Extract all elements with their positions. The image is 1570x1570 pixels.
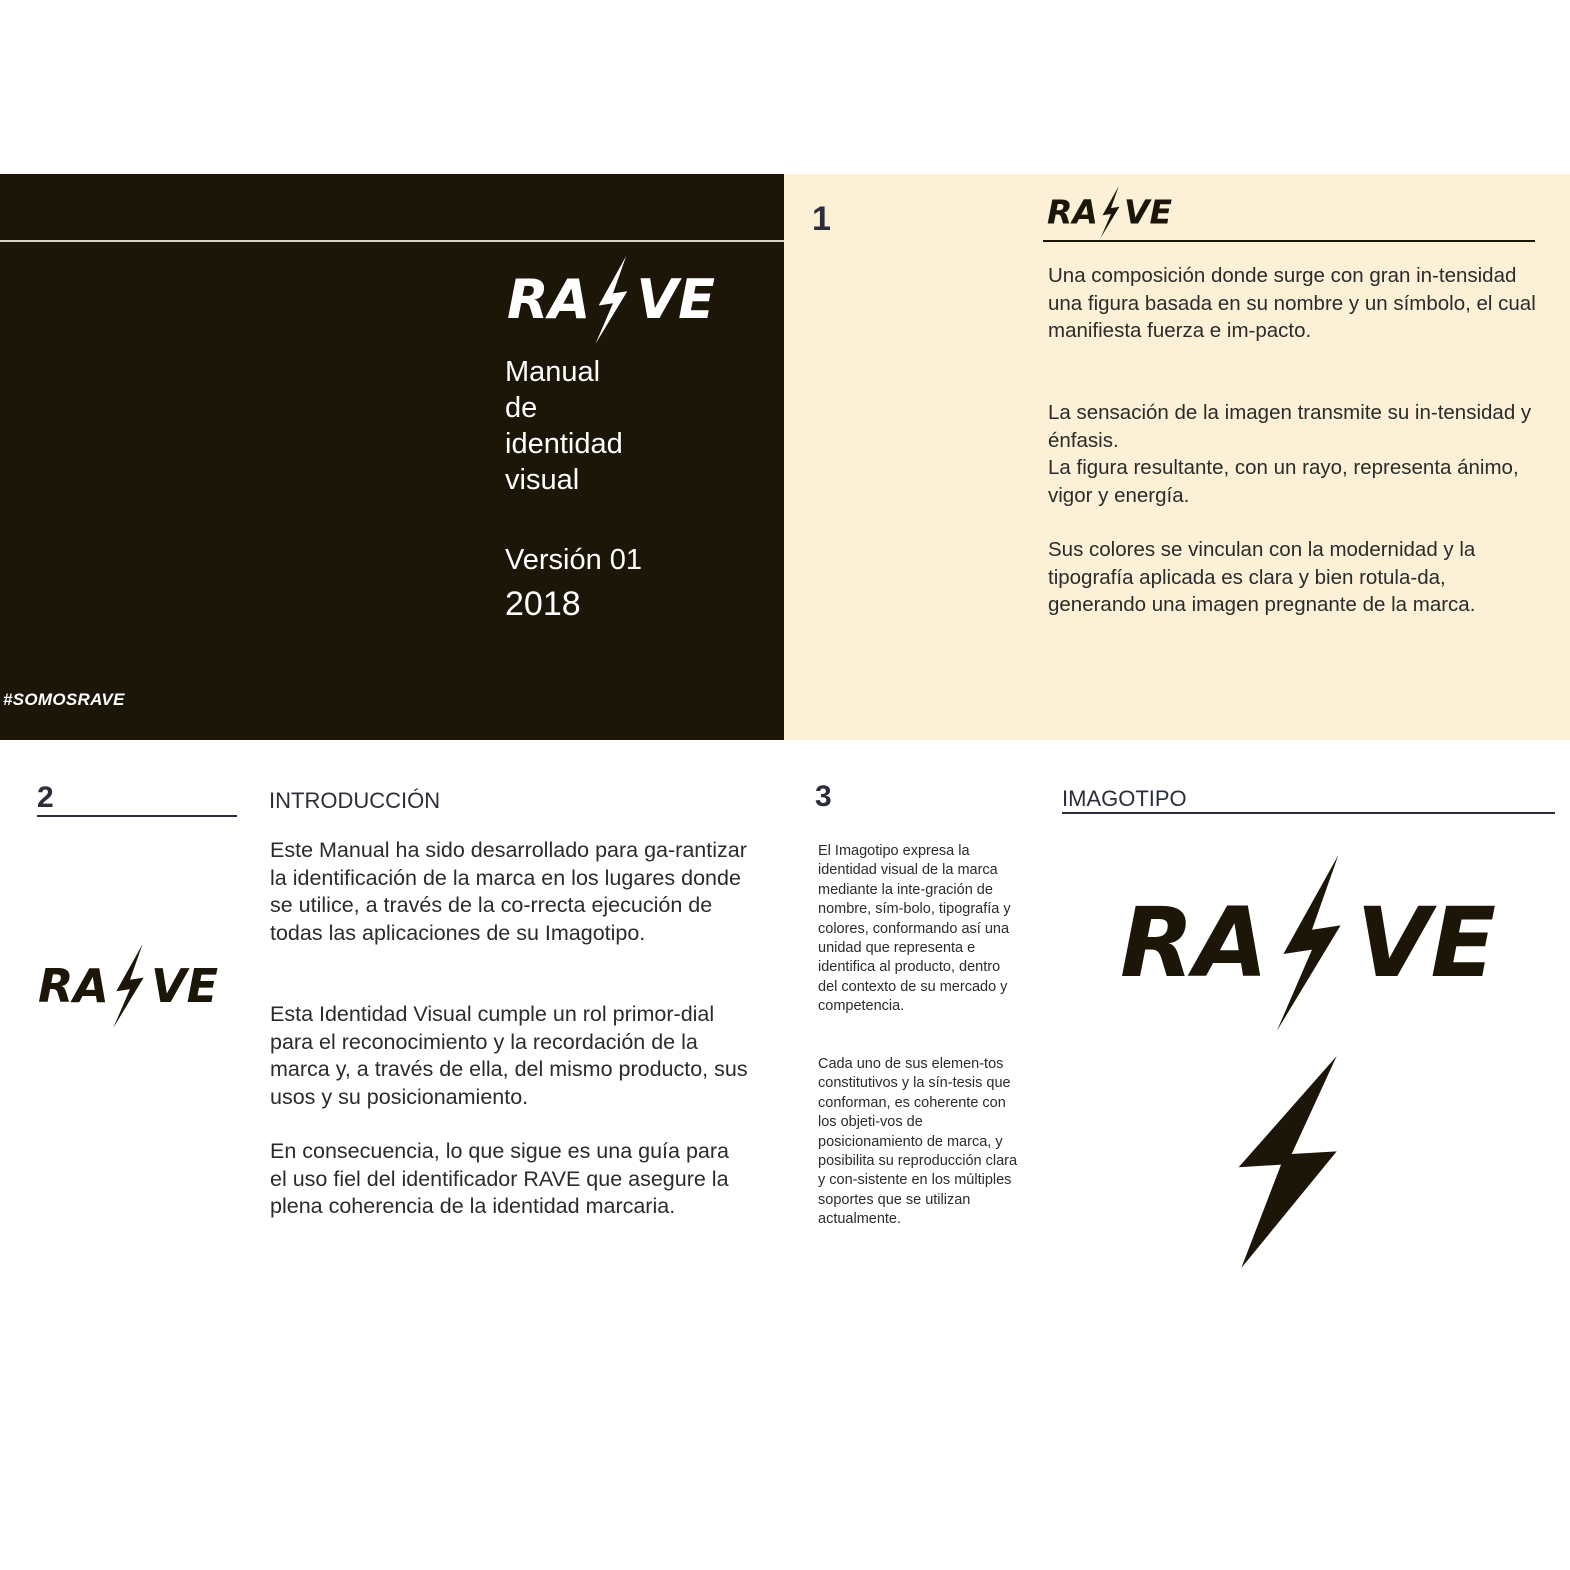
page-1-paragraph: Una composición donde surge con gran in-… — [1048, 264, 1536, 342]
lightning-bolt-icon — [1238, 1056, 1337, 1268]
page-1-logo: RA VE — [1047, 186, 1172, 238]
imagotipo-paragraph: El Imagotipo expresa la identidad visual… — [818, 843, 1011, 1015]
imagotipo-logo: RA VE — [1120, 855, 1496, 1031]
cover-title-line: Manual — [505, 356, 601, 388]
cover-version: Versión 01 — [505, 544, 643, 576]
lightning-bolt-icon — [113, 944, 144, 1028]
section-heading: IMAGOTIPO — [1062, 786, 1187, 811]
page-number: 3 — [815, 780, 832, 813]
page-2-number-divider — [37, 815, 237, 817]
page-1-divider — [1043, 240, 1535, 242]
page-number: 2 — [37, 781, 54, 814]
intro-paragraph: En consecuencia, lo que sigue es una guí… — [270, 1139, 729, 1218]
page-number: 1 — [812, 200, 831, 238]
page-1-paragraph: La figura resultante, con un rayo, repre… — [1048, 456, 1519, 507]
cover-year: 2018 — [505, 585, 581, 623]
page-1-panel: 1 RA VE Una composición donde surge con g… — [784, 174, 1570, 740]
cover-title-line: identidad — [505, 428, 623, 460]
intro-paragraph: Esta Identidad Visual cumple un rol prim… — [270, 1002, 748, 1109]
page-1-paragraph: La sensación de la imagen transmite su i… — [1048, 401, 1532, 452]
page-3-divider — [1062, 812, 1555, 814]
lightning-bolt-icon — [1100, 186, 1120, 238]
page-2-logo: RA VE — [38, 944, 218, 1028]
cover-title-line: visual — [505, 464, 580, 496]
intro-paragraph: Este Manual ha sido desarrollado para ga… — [270, 838, 747, 945]
cover-divider — [0, 240, 784, 242]
cover-title-line: de — [505, 392, 538, 424]
lightning-bolt-icon — [1277, 855, 1341, 1031]
page-1-paragraph: Sus colores se vinculan con la modernida… — [1048, 538, 1476, 616]
cover-logo: RA VE — [507, 256, 715, 344]
lightning-bolt-icon — [595, 256, 628, 344]
cover-panel: RA VE Manual de identidad visual Versión … — [0, 174, 784, 740]
imagotipo-paragraph: Cada uno de sus elemen-tos constitutivos… — [818, 1056, 1018, 1228]
section-heading: INTRODUCCIÓN — [269, 788, 441, 813]
cover-hashtag: #SOMOSRAVE — [3, 690, 125, 709]
